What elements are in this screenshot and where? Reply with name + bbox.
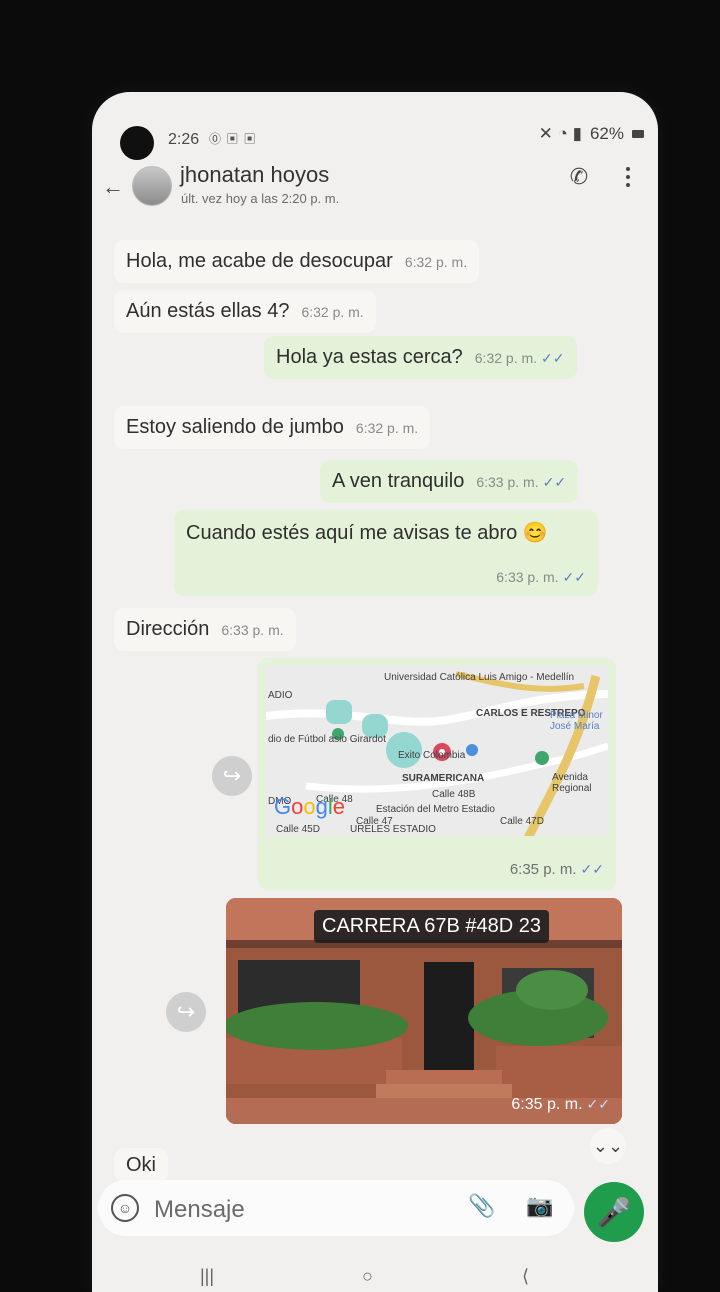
message-time: 6:32 p. m. <box>474 350 538 366</box>
menu-icon[interactable] <box>618 162 638 192</box>
location-message[interactable]: Universidad Católica Luis Amigo - Medell… <box>258 658 616 890</box>
recent-apps-icon[interactable]: ||| <box>200 1266 214 1287</box>
double-check-icon: ✓✓ <box>541 350 565 366</box>
home-icon[interactable]: ○ <box>362 1266 373 1287</box>
forward-icon[interactable]: ↪ <box>166 992 206 1032</box>
chat-header: ← jhonatan hoyos últ. vez hoy a las 2:20… <box>92 154 658 212</box>
message-bubble[interactable]: Estoy saliendo de jumbo 6:32 p. m. <box>114 406 431 449</box>
map-label: Universidad Católica Luis Amigo - Medell… <box>384 672 575 683</box>
status-bar: 2:26 ⓪ ▣ ▣ ✕ ◔ ▮ 62% <box>92 122 658 150</box>
photo-address-label: CARRERA 67B #48D 23 <box>314 910 550 943</box>
message-bubble[interactable]: Hola, me acabe de desocupar 6:32 p. m. <box>114 240 480 283</box>
navigation-bar: ||| ○ ⟨ <box>92 1266 658 1286</box>
status-left-icons: ⓪ ▣ ▣ <box>209 132 257 146</box>
photo-message[interactable]: CARRERA 67B #48D 23 6:35 p. m. ✓✓ <box>226 898 622 1124</box>
map-label: Calle 48B <box>432 789 476 800</box>
message-bubble[interactable]: Hola ya estas cerca? 6:32 p. m. ✓✓ <box>264 336 577 379</box>
map-label: Estación del Metro Estadio <box>376 804 495 815</box>
contact-avatar[interactable] <box>132 166 172 206</box>
scroll-down-icon[interactable]: ⌄⌄ <box>590 1128 626 1164</box>
message-text: Estoy saliendo de jumbo <box>126 416 344 438</box>
message-time: 6:35 p. m. ✓✓ <box>511 1096 610 1113</box>
message-time: 6:33 p. m. <box>221 622 284 638</box>
map-label: Plaza Minor José María <box>550 710 603 732</box>
message-time: 6:32 p. m. <box>404 254 468 270</box>
map-label: Avenida Regional <box>552 772 592 794</box>
map-label: URELES ESTADIO <box>350 824 436 835</box>
mic-icon: 🎤 <box>596 1196 632 1228</box>
map-label: Exito Colombia <box>398 750 466 761</box>
back-arrow-icon[interactable]: ← <box>102 174 124 200</box>
emoji-icon[interactable]: ☺ <box>111 1194 139 1222</box>
message-time: 6:33 p. m. <box>496 569 559 585</box>
network-icons: ✕ ◔ ▮ <box>538 124 582 143</box>
message-bubble[interactable]: A ven tranquilo 6:33 p. m. ✓✓ <box>320 460 579 503</box>
message-text: Aún estás ellas 4? <box>126 300 290 322</box>
message-time: 6:32 p. m. <box>355 420 419 436</box>
forward-icon[interactable]: ↪ <box>212 756 252 796</box>
contact-name[interactable]: jhonatan hoyos <box>180 162 329 188</box>
google-logo: Google <box>274 794 346 819</box>
message-input[interactable]: Mensaje <box>154 1196 245 1224</box>
partial-message[interactable]: Oki <box>114 1148 168 1182</box>
message-bubble[interactable]: Dirección 6:33 p. m. <box>114 608 296 651</box>
message-time: 6:32 p. m. <box>301 304 364 320</box>
message-bubble[interactable]: Aún estás ellas 4? 6:32 p. m. <box>114 290 376 333</box>
back-nav-icon[interactable]: ⟨ <box>522 1266 529 1287</box>
double-check-icon: ✓✓ <box>542 474 567 490</box>
message-text: Hola, me acabe de desocupar <box>126 250 393 272</box>
map-label: dio de Fútbol asio Girardot <box>268 734 386 745</box>
mic-button[interactable]: 🎤 <box>584 1182 644 1242</box>
map-label: ADIO <box>268 690 293 701</box>
last-seen: últ. vez hoy a las 2:20 p. m. <box>181 191 340 206</box>
message-time: 6:35 p. m. ✓✓ <box>509 861 604 878</box>
double-check-icon: ✓✓ <box>586 1096 610 1112</box>
message-input-bar[interactable]: ☺ Mensaje 📎 📷 <box>98 1180 574 1236</box>
message-time: 6:33 p. m. <box>476 474 539 490</box>
message-text: Hola ya estas cerca? <box>276 346 463 368</box>
message-text: Dirección <box>126 618 210 640</box>
map-label: SURAMERICANA <box>402 773 485 784</box>
message-text: Cuando estés aquí me avisas te abro 😊 <box>186 522 548 544</box>
battery-icon <box>632 130 644 138</box>
message-text: A ven tranquilo <box>332 470 465 492</box>
map-label: Calle 47D <box>500 816 544 827</box>
double-check-icon: ✓✓ <box>562 569 586 585</box>
camera-icon[interactable]: 📷 <box>526 1193 553 1219</box>
battery-percent: 62% <box>589 124 624 143</box>
status-right: ✕ ◔ ▮ 62% <box>539 124 644 144</box>
map-label: Calle 45D <box>276 824 320 835</box>
call-icon[interactable]: ✆ <box>564 162 594 192</box>
double-check-icon: ✓✓ <box>580 861 604 877</box>
attach-icon[interactable]: 📎 <box>468 1193 495 1219</box>
message-bubble[interactable]: Cuando estés aquí me avisas te abro 😊 6:… <box>174 510 598 596</box>
phone-screen: 2:26 ⓪ ▣ ▣ ✕ ◔ ▮ 62% ← jhonatan hoyos úl… <box>92 92 658 1292</box>
status-time: 2:26 <box>168 131 200 148</box>
map-preview[interactable]: Universidad Católica Luis Amigo - Medell… <box>266 666 608 836</box>
